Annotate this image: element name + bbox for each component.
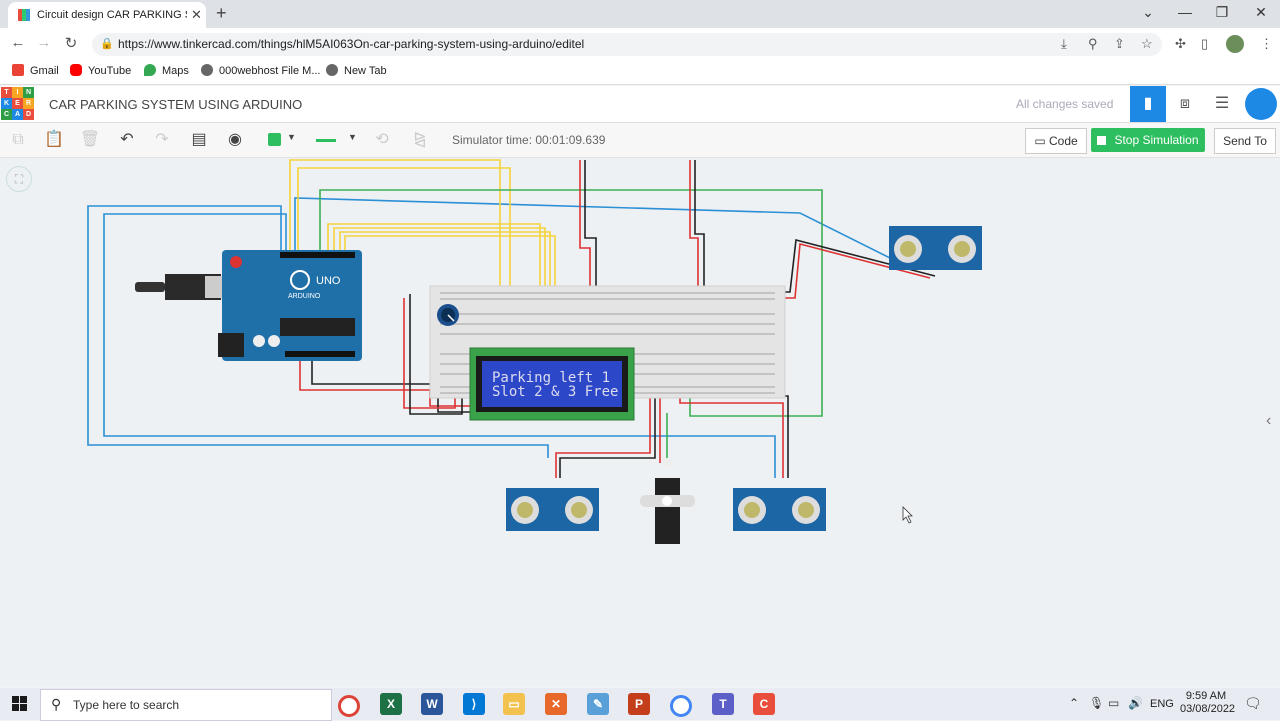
maps-icon — [144, 64, 156, 76]
bookmarks-bar — [0, 60, 1280, 85]
share-icon[interactable]: ⇪ — [1114, 36, 1125, 52]
reload-button[interactable]: ↻ — [61, 34, 81, 52]
paint-icon[interactable]: ✎ — [587, 693, 609, 715]
xampp-icon[interactable]: ✕ — [545, 693, 567, 715]
redo-icon[interactable]: ↷ — [150, 128, 174, 152]
code-icon: ▭ — [1034, 134, 1049, 148]
bookmark-maps[interactable]: Maps — [144, 64, 189, 77]
back-button[interactable]: ← — [8, 34, 28, 51]
window-close-button[interactable]: ✕ — [1246, 4, 1276, 21]
new-tab-button[interactable]: + — [216, 3, 227, 24]
battery-icon[interactable]: ▭ — [1108, 696, 1119, 710]
arduino-model-label: UNO — [316, 275, 341, 287]
bookmark-star-icon[interactable]: ☆ — [1141, 36, 1153, 52]
delete-icon[interactable]: 🗑 — [78, 128, 102, 152]
address-bar[interactable]: 🔒 https://www.tinkercad.com/things/hlM5A… — [92, 33, 1162, 56]
potentiometer[interactable] — [437, 304, 459, 326]
file-explorer-icon[interactable]: ▭ — [503, 693, 525, 715]
maximize-button[interactable]: ❐ — [1207, 4, 1237, 21]
wire-color-picker[interactable]: ▼ — [262, 132, 296, 148]
bookmark-gmail[interactable]: Gmail — [12, 64, 59, 77]
lcd-line-2: Slot 2 & 3 Free — [492, 384, 618, 400]
minimize-button[interactable]: — — [1170, 4, 1200, 20]
globe-icon — [201, 64, 213, 76]
youtube-icon — [70, 64, 82, 76]
bookmark-youtube[interactable]: YouTube — [70, 64, 131, 77]
excel-icon[interactable]: X — [380, 693, 402, 715]
code-button[interactable]: ▭ Code — [1025, 128, 1087, 154]
chevron-down-icon: ▼ — [348, 132, 357, 142]
clock-date: 03/08/2022 — [1180, 703, 1236, 715]
tab-search-chevron-icon[interactable]: ⌄ — [1133, 4, 1163, 21]
ultrasonic-sensor-left[interactable] — [506, 488, 599, 531]
windows-start-button[interactable] — [12, 696, 27, 711]
tinkercad-app-icon[interactable]: C — [753, 693, 775, 715]
usb-cable — [135, 274, 229, 300]
browser-tab[interactable]: Circuit design CAR PARKING SYS ✕ — [8, 2, 206, 28]
send-to-button[interactable]: Send To — [1214, 128, 1276, 154]
clock-time: 9:59 AM — [1185, 690, 1227, 702]
arduino-brand-label: ARDUINO — [288, 293, 321, 300]
taskbar-search-box[interactable]: ⚲ Type here to search — [40, 689, 332, 721]
install-app-icon[interactable]: ⤓ — [1061, 36, 1067, 52]
gmail-icon — [12, 64, 24, 76]
microphone-icon[interactable]: 🎙 — [1089, 696, 1104, 710]
simulator-time: Simulator time: 00:01:09.639 — [452, 133, 606, 147]
language-indicator[interactable]: ENG — [1150, 698, 1174, 710]
ultrasonic-sensor-top[interactable] — [889, 226, 982, 270]
stop-icon — [1097, 136, 1107, 145]
side-panel-icon[interactable]: ▯ — [1201, 36, 1208, 52]
paste-icon[interactable]: 📋 — [42, 128, 66, 152]
taskbar-clock[interactable]: 9:59 AM 03/08/2022 — [1180, 690, 1236, 716]
schematic-view-button[interactable]: ⧈ — [1167, 86, 1203, 122]
tab-close-icon[interactable]: ✕ — [191, 7, 202, 23]
note-icon[interactable]: ▤ — [187, 128, 211, 152]
flip-icon[interactable]: ⧎ — [408, 128, 432, 152]
bookmark-new-tab[interactable]: New Tab — [326, 64, 387, 77]
toggle-notes-icon[interactable]: ◉ — [223, 128, 247, 152]
search-icon: ⚲ — [51, 696, 62, 712]
chrome-icon[interactable] — [338, 695, 360, 717]
green-swatch — [268, 133, 281, 146]
project-title[interactable]: CAR PARKING SYSTEM USING ARDUINO — [49, 97, 302, 112]
undo-icon[interactable]: ↶ — [115, 128, 139, 152]
globe-icon — [326, 64, 338, 76]
stop-simulation-button[interactable]: Stop Simulation — [1091, 128, 1205, 152]
circuit-drawing: UNO ARDUINO Parking left 1 Slot 2 & 3 Fr… — [87, 159, 982, 544]
tinkercad-logo[interactable]: T I N K E R C A D — [1, 87, 34, 120]
forward-button[interactable]: → — [34, 34, 54, 51]
volume-icon[interactable]: 🔊 — [1128, 696, 1143, 710]
copy-icon[interactable]: ⧉ — [6, 128, 30, 152]
rotate-icon[interactable]: ⟲ — [370, 128, 394, 152]
arduino-uno[interactable]: UNO ARDUINO — [218, 250, 362, 361]
extensions-icon[interactable]: ✣ — [1175, 36, 1186, 52]
tinkercad-favicon-icon — [18, 9, 30, 21]
zoom-icon[interactable]: ⚲ — [1088, 36, 1098, 52]
chevron-down-icon: ▼ — [287, 132, 296, 142]
notifications-icon[interactable]: 🗨 — [1244, 695, 1262, 712]
word-icon[interactable]: W — [421, 693, 443, 715]
chrome-profile-icon[interactable] — [670, 695, 692, 717]
profile-avatar[interactable] — [1226, 35, 1244, 53]
user-avatar[interactable] — [1245, 88, 1277, 120]
vscode-icon[interactable]: ⟩ — [463, 693, 485, 715]
lock-icon: 🔒 — [100, 38, 114, 50]
wire-type-picker[interactable]: ▼ — [312, 132, 358, 148]
tab-title: Circuit design CAR PARKING SYS — [37, 9, 187, 21]
circuit-view-button[interactable]: ▮ — [1130, 86, 1166, 122]
mouse-cursor-icon — [902, 506, 913, 524]
save-status: All changes saved — [1016, 97, 1114, 111]
url-text: https://www.tinkercad.com/things/hlM5AI0… — [118, 37, 585, 51]
browser-menu-icon[interactable]: ⋮ — [1260, 36, 1273, 52]
component-list-button[interactable]: ☰ — [1204, 86, 1240, 122]
ultrasonic-sensor-right[interactable] — [733, 488, 826, 531]
lcd-display[interactable]: Parking left 1 Slot 2 & 3 Free — [469, 347, 635, 421]
teams-icon[interactable]: T — [712, 693, 734, 715]
wire-style-icon — [316, 139, 336, 142]
servo-motor[interactable] — [640, 458, 695, 544]
tray-chevron-icon[interactable]: ⌃ — [1069, 696, 1079, 710]
bookmark-000webhost[interactable]: 000webhost File M... — [201, 64, 321, 77]
search-placeholder: Type here to search — [73, 698, 180, 712]
powerpoint-icon[interactable]: P — [628, 693, 650, 715]
